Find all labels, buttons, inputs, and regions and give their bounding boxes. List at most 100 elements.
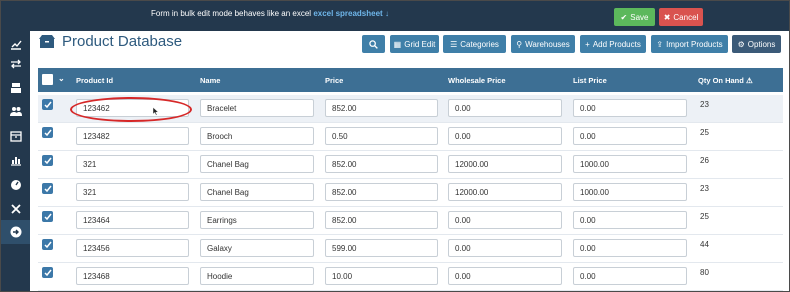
qty-on-hand-value: 23 bbox=[700, 100, 709, 109]
save-button[interactable]: ✔ Save bbox=[614, 8, 655, 26]
register-icon[interactable] bbox=[1, 76, 30, 100]
select-all-checkbox[interactable] bbox=[42, 74, 53, 85]
price-input[interactable]: 0.50 bbox=[325, 127, 438, 145]
qty-on-hand-value: 25 bbox=[700, 128, 709, 137]
arrow-down-icon: ↓ bbox=[384, 9, 389, 18]
gear-icon: ⚙ bbox=[737, 39, 745, 49]
warning-icon: ⚠ bbox=[745, 76, 753, 85]
check-icon bbox=[43, 241, 52, 248]
list-price-input[interactable]: 1000.00 bbox=[573, 183, 687, 201]
row-checkbox[interactable] bbox=[42, 155, 53, 166]
close-icon: ✖ bbox=[663, 12, 671, 22]
grid-icon: ▦ bbox=[393, 39, 402, 49]
categories-label: Categories bbox=[460, 39, 499, 49]
search-button[interactable] bbox=[362, 35, 385, 53]
users-icon[interactable] bbox=[1, 99, 30, 123]
message-highlight: excel spreadsheet bbox=[313, 9, 383, 18]
qty-on-hand-value: 44 bbox=[700, 240, 709, 249]
column-qty-on-hand[interactable]: Qty On Hand ⚠ bbox=[698, 76, 753, 85]
column-product-id[interactable]: Product Id bbox=[76, 76, 113, 85]
product-id-input[interactable]: 123456 bbox=[76, 239, 189, 257]
price-input[interactable]: 852.00 bbox=[325, 211, 438, 229]
wholesale-price-input[interactable]: 0.00 bbox=[448, 127, 562, 145]
box-icon[interactable] bbox=[1, 124, 30, 148]
name-input[interactable]: Chanel Bag bbox=[200, 155, 314, 173]
name-input[interactable]: Bracelet bbox=[200, 99, 314, 117]
check-icon bbox=[43, 101, 52, 108]
table-row: 123456 Galaxy 599.00 0.00 0.00 44 bbox=[38, 235, 783, 263]
name-input[interactable]: Chanel Bag bbox=[200, 183, 314, 201]
price-input[interactable]: 10.00 bbox=[325, 267, 438, 285]
name-input[interactable]: Earrings bbox=[200, 211, 314, 229]
column-name[interactable]: Name bbox=[200, 76, 220, 85]
wholesale-price-input[interactable]: 0.00 bbox=[448, 239, 562, 257]
warehouses-button[interactable]: ⚲ Warehouses bbox=[511, 35, 575, 53]
cancel-label: Cancel bbox=[673, 12, 699, 22]
bulk-edit-message: Form in bulk edit mode behaves like an e… bbox=[151, 9, 389, 18]
check-icon bbox=[43, 157, 52, 164]
map-marker-icon: ⚲ bbox=[516, 39, 523, 49]
row-checkbox[interactable] bbox=[42, 183, 53, 194]
dashboard-icon[interactable] bbox=[1, 173, 30, 197]
wholesale-price-input[interactable]: 0.00 bbox=[448, 267, 562, 285]
check-icon bbox=[43, 213, 52, 220]
grid-edit-label: Grid Edit bbox=[404, 39, 436, 49]
product-id-input[interactable]: 321 bbox=[76, 155, 189, 173]
top-bar: Form in bulk edit mode behaves like an e… bbox=[1, 1, 789, 31]
mouse-pointer-icon bbox=[152, 106, 159, 118]
import-products-button[interactable]: ⇪ Import Products bbox=[651, 35, 728, 53]
price-input[interactable]: 852.00 bbox=[325, 155, 438, 173]
row-checkbox[interactable] bbox=[42, 99, 53, 110]
row-checkbox[interactable] bbox=[42, 211, 53, 222]
options-button[interactable]: ⚙ Options bbox=[732, 35, 781, 53]
price-input[interactable]: 599.00 bbox=[325, 239, 438, 257]
sidebar bbox=[1, 31, 30, 291]
list-price-input[interactable]: 1000.00 bbox=[573, 155, 687, 173]
list-price-input[interactable]: 0.00 bbox=[573, 267, 687, 285]
grid-edit-button[interactable]: ▦ Grid Edit bbox=[390, 35, 439, 53]
check-icon bbox=[43, 185, 52, 192]
chevron-down-icon[interactable]: ⌄ bbox=[58, 74, 65, 83]
bar-chart-icon[interactable] bbox=[1, 148, 30, 172]
row-checkbox[interactable] bbox=[42, 267, 53, 278]
list-price-input[interactable]: 0.00 bbox=[573, 127, 687, 145]
price-input[interactable]: 852.00 bbox=[325, 183, 438, 201]
name-input[interactable]: Hoodie bbox=[200, 267, 314, 285]
list-price-input[interactable]: 0.00 bbox=[573, 99, 687, 117]
wholesale-price-input[interactable]: 0.00 bbox=[448, 211, 562, 229]
product-id-input[interactable]: 321 bbox=[76, 183, 189, 201]
app-window: Form in bulk edit mode behaves like an e… bbox=[0, 0, 790, 292]
product-id-input[interactable]: 123482 bbox=[76, 127, 189, 145]
list-price-input[interactable]: 0.00 bbox=[573, 239, 687, 257]
qty-on-hand-value: 80 bbox=[700, 268, 709, 277]
wholesale-price-input[interactable]: 0.00 bbox=[448, 99, 562, 117]
wholesale-price-input[interactable]: 12000.00 bbox=[448, 155, 562, 173]
message-prefix: Form in bulk edit mode behaves like an e… bbox=[151, 9, 312, 18]
arrow-circle-right-icon[interactable] bbox=[1, 220, 30, 244]
wholesale-price-input[interactable]: 12000.00 bbox=[448, 183, 562, 201]
tools-icon[interactable] bbox=[1, 197, 30, 221]
row-checkbox[interactable] bbox=[42, 127, 53, 138]
column-list-price[interactable]: List Price bbox=[573, 76, 607, 85]
transfer-arrows-icon[interactable] bbox=[1, 52, 30, 76]
name-input[interactable]: Galaxy bbox=[200, 239, 314, 257]
check-icon bbox=[43, 129, 52, 136]
product-id-input[interactable]: 123464 bbox=[76, 211, 189, 229]
list-price-input[interactable]: 0.00 bbox=[573, 211, 687, 229]
table-row: 123468 Hoodie 10.00 0.00 0.00 80 bbox=[38, 263, 783, 291]
qty-on-hand-value: 25 bbox=[700, 212, 709, 221]
price-input[interactable]: 852.00 bbox=[325, 99, 438, 117]
page-header: Product Database bbox=[39, 33, 182, 50]
product-id-input[interactable]: 123468 bbox=[76, 267, 189, 285]
column-price[interactable]: Price bbox=[325, 76, 343, 85]
table-row: 321 Chanel Bag 852.00 12000.00 1000.00 23 bbox=[38, 179, 783, 207]
add-products-button[interactable]: + Add Products bbox=[580, 35, 646, 53]
cancel-button[interactable]: ✖ Cancel bbox=[659, 8, 703, 26]
categories-button[interactable]: ☰ Categories bbox=[443, 35, 506, 53]
search-icon bbox=[369, 39, 378, 49]
warehouses-label: Warehouses bbox=[525, 39, 570, 49]
table-header: ⌄ Product Id Name Price Wholesale Price … bbox=[38, 68, 783, 92]
row-checkbox[interactable] bbox=[42, 239, 53, 250]
name-input[interactable]: Brooch bbox=[200, 127, 314, 145]
column-wholesale-price[interactable]: Wholesale Price bbox=[448, 76, 506, 85]
